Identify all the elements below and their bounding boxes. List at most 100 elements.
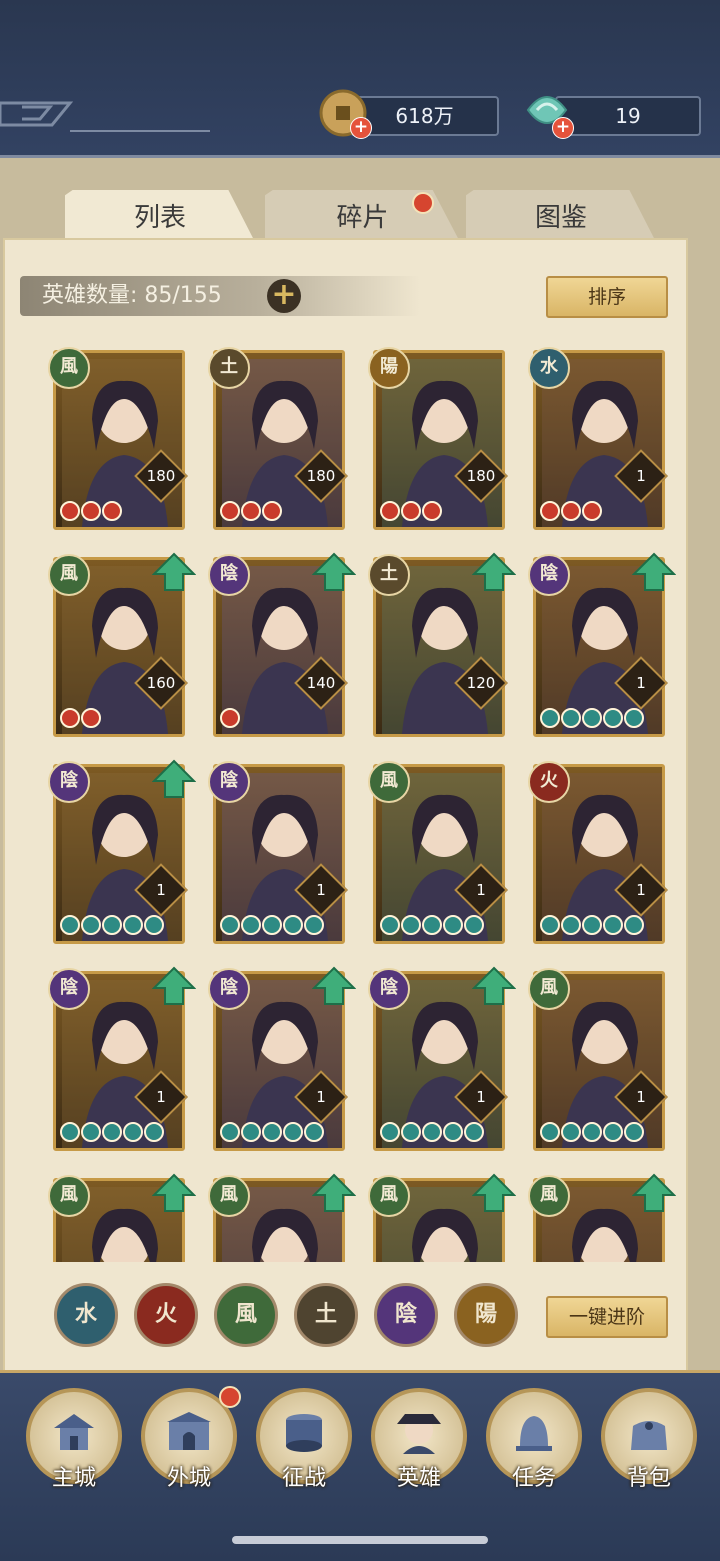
jade-counter[interactable]: 19 — [555, 96, 701, 136]
star-rating — [540, 501, 603, 523]
tab-fragments-label: 碎片 — [336, 203, 389, 233]
star-icon — [561, 708, 581, 728]
star-icon — [603, 1122, 623, 1142]
star-icon — [464, 915, 484, 935]
star-icon — [561, 1122, 581, 1142]
element-filter-button[interactable]: 火 — [134, 1283, 198, 1347]
hero-count-label: 英雄数量: 85/155 — [42, 283, 222, 308]
hero-card[interactable]: 陽 180 — [368, 347, 508, 530]
hero-card[interactable]: 陰1 — [528, 552, 676, 737]
element-filter-button[interactable]: 陽 — [454, 1283, 518, 1347]
star-rating — [540, 1122, 645, 1144]
hero-card[interactable]: 陰 140 — [208, 552, 356, 737]
star-icon — [60, 1122, 80, 1142]
level-value: 1 — [636, 674, 646, 692]
star-icon — [561, 915, 581, 935]
coin-counter[interactable]: 618万 — [350, 96, 499, 136]
element-badge: 陽 — [368, 347, 410, 389]
star-icon — [443, 1122, 463, 1142]
upgrade-arrow-icon — [472, 1173, 516, 1212]
star-icon — [81, 501, 101, 521]
hero-card[interactable]: 風 — [48, 1173, 196, 1262]
element-badge: 土 — [368, 554, 410, 596]
star-icon — [102, 1122, 122, 1142]
expand-hero-slots-button[interactable]: + — [267, 279, 301, 313]
nav-label: 背包 — [626, 1466, 671, 1491]
nav-label: 任务 — [511, 1466, 556, 1491]
level-value: 1 — [316, 1088, 326, 1106]
hero-card[interactable]: 風 — [208, 1173, 356, 1262]
tab-list[interactable]: 列表 — [65, 190, 255, 242]
star-icon — [380, 1122, 400, 1142]
tab-atlas-label: 图鉴 — [534, 203, 587, 233]
star-icon — [60, 501, 80, 521]
element-filter-button[interactable]: 水 — [54, 1283, 118, 1347]
star-rating — [220, 708, 241, 730]
hero-card[interactable]: 陰1 — [48, 966, 196, 1151]
one-click-ascend-button[interactable]: 一键进阶 — [546, 1296, 668, 1338]
star-icon — [81, 1122, 101, 1142]
element-badge: 陰 — [208, 968, 250, 1010]
add-coins-button[interactable]: + — [350, 117, 372, 139]
upgrade-arrow-icon — [312, 966, 356, 1005]
sort-button[interactable]: 排序 — [546, 276, 668, 318]
element-filter-button[interactable]: 土 — [294, 1283, 358, 1347]
star-rating — [220, 501, 283, 523]
star-rating — [380, 915, 485, 937]
element-badge: 風 — [528, 1175, 570, 1217]
hero-grid: 風 180 土 180 陽 180 水 1 風 160 陰 140 土 120 陰 1 陰 1 陰 1 風 1 火 1 陰 1 陰 1… — [0, 340, 720, 1262]
element-badge: 風 — [48, 347, 90, 389]
level-value: 1 — [156, 1088, 166, 1106]
star-icon — [624, 1122, 644, 1142]
star-icon — [422, 1122, 442, 1142]
star-icon — [561, 501, 581, 521]
star-icon — [241, 1122, 261, 1142]
tab-list-label: 列表 — [133, 203, 186, 233]
star-icon — [582, 1122, 602, 1142]
element-badge: 火 — [528, 761, 570, 803]
hero-card[interactable]: 風1 — [528, 968, 668, 1151]
hero-card[interactable]: 風1 — [368, 761, 508, 944]
home-indicator — [232, 1536, 488, 1544]
hero-card[interactable]: 風 160 — [48, 552, 196, 737]
level-value: 1 — [476, 1088, 486, 1106]
star-icon — [603, 708, 623, 728]
hero-card[interactable]: 風 — [528, 1173, 676, 1262]
element-filter-button[interactable]: 陰 — [374, 1283, 438, 1347]
star-icon — [380, 915, 400, 935]
star-icon — [262, 501, 282, 521]
upgrade-arrow-icon — [472, 552, 516, 591]
add-jade-button[interactable]: + — [552, 117, 574, 139]
star-icon — [401, 915, 421, 935]
star-icon — [283, 1122, 303, 1142]
hero-card[interactable]: 陰1 — [208, 966, 356, 1151]
hero-card[interactable]: 風 180 — [48, 347, 188, 530]
star-icon — [540, 708, 560, 728]
hero-card[interactable]: 水1 — [528, 347, 668, 530]
top-bar: 618万 + 19 + — [0, 0, 720, 155]
hero-card[interactable]: 陰1 — [368, 966, 516, 1151]
hero-card[interactable]: 土 180 — [208, 347, 348, 530]
level-value: 180 — [466, 467, 496, 485]
star-rating — [220, 915, 325, 937]
star-icon — [304, 1122, 324, 1142]
hero-card[interactable]: 火1 — [528, 761, 668, 944]
hero-card[interactable]: 風 — [368, 1173, 516, 1262]
star-icon — [304, 915, 324, 935]
star-icon — [262, 1122, 282, 1142]
upgrade-arrow-icon — [312, 1173, 356, 1212]
star-rating — [380, 1122, 485, 1144]
tab-atlas[interactable]: 图鉴 — [466, 190, 656, 242]
hero-card[interactable]: 土 120 — [368, 552, 516, 737]
star-icon — [401, 501, 421, 521]
upgrade-arrow-icon — [152, 552, 196, 591]
element-filter-button[interactable]: 風 — [214, 1283, 278, 1347]
element-badge: 陰 — [208, 761, 250, 803]
star-rating — [60, 915, 165, 937]
star-icon — [540, 915, 560, 935]
star-icon — [603, 915, 623, 935]
upgrade-arrow-icon — [312, 552, 356, 591]
hero-card[interactable]: 陰1 — [208, 761, 348, 944]
hero-card[interactable]: 陰1 — [48, 759, 196, 944]
star-icon — [123, 915, 143, 935]
